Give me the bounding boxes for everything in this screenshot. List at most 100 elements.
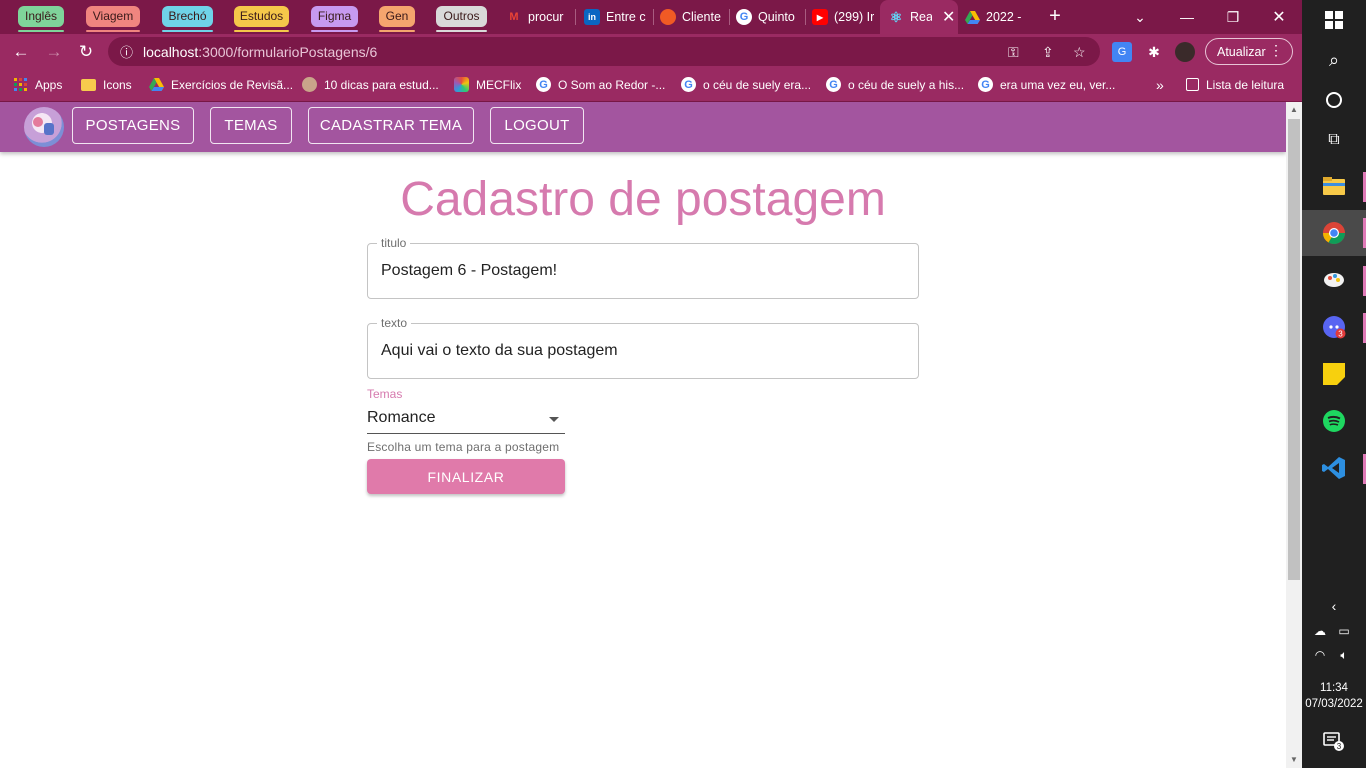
tab-group-figma[interactable]: Figma [311, 6, 358, 32]
bookmark-label: Exercícios de Revisã... [171, 77, 294, 92]
google-drive-icon [964, 9, 980, 25]
close-window-button[interactable]: ✕ [1256, 0, 1302, 34]
tab-group-ingles[interactable]: Inglês [18, 6, 64, 32]
tab-label: procur [528, 10, 564, 24]
chrome-taskbar-icon[interactable] [1320, 219, 1348, 247]
folder-icon [81, 78, 96, 91]
tab-react-active[interactable]: ⚛ Rea ✕ [880, 0, 958, 34]
temas-helper-text: Escolha um tema para a postagem [367, 440, 560, 454]
bookmark-mecflix[interactable]: MECFlix [454, 69, 521, 100]
bookmark-10-dicas[interactable]: 10 dicas para estud... [302, 69, 439, 100]
tab-gmail[interactable]: M procur [498, 0, 576, 34]
bookmark-star-icon[interactable]: ☆ [1073, 44, 1086, 61]
discord-icon[interactable]: 3 [1320, 313, 1348, 341]
tab-quinto[interactable]: G Quinto [728, 0, 806, 34]
tab-label: Quinto [758, 10, 795, 24]
scroll-thumb[interactable] [1288, 119, 1300, 580]
bookmark-o-ceu-de-suely-2[interactable]: G o céu de suely a his... [826, 69, 964, 100]
update-button[interactable]: Atualizar ⋮ [1205, 38, 1293, 65]
reload-button[interactable]: ↻ [73, 39, 99, 65]
minimize-button[interactable]: — [1164, 0, 1210, 34]
profile-avatar-icon[interactable] [1175, 42, 1195, 62]
nav-postagens-button[interactable]: POSTAGENS [72, 107, 194, 144]
sticky-notes-icon[interactable] [1320, 360, 1348, 388]
page-scrollbar[interactable]: ▲ ▼ [1286, 102, 1302, 768]
web-page: POSTAGENS TEMAS CADASTRAR TEMA LOGOUT Ca… [0, 102, 1286, 768]
taskbar-clock[interactable]: 11:34 07/03/2022 [1302, 680, 1366, 712]
google-icon: G [536, 77, 551, 92]
show-hidden-icons-chevron-icon[interactable]: ‹ [1320, 592, 1348, 620]
google-icon: G [736, 9, 752, 25]
close-tab-icon[interactable]: ✕ [942, 7, 955, 27]
cortana-icon[interactable] [1320, 86, 1348, 114]
forward-button[interactable]: → [41, 39, 67, 65]
url-host: localhost [143, 43, 199, 60]
bookmark-exercicios[interactable]: Exercícios de Revisã... [149, 69, 293, 100]
file-explorer-icon[interactable] [1320, 172, 1348, 200]
texto-value[interactable]: Aqui vai o texto da sua postagem [381, 342, 618, 360]
bookmark-label: o céu de suely era... [703, 77, 812, 92]
windows-start-icon[interactable] [1320, 6, 1348, 34]
search-icon[interactable]: ⌕ [1320, 46, 1348, 74]
bookmark-o-som-ao-redor[interactable]: G O Som ao Redor -... [536, 69, 665, 100]
titulo-value[interactable]: Postagem 6 - Postagem! [381, 262, 557, 280]
bookmark-apps[interactable]: Apps [13, 69, 62, 100]
discord-badge-count: 3 [1338, 330, 1343, 339]
reading-list-button[interactable]: Lista de leitura [1186, 69, 1284, 100]
tab-group-gen[interactable]: Gen [379, 6, 415, 32]
vscode-icon[interactable] [1320, 454, 1348, 482]
tab-drive[interactable]: 2022 - [956, 0, 1034, 34]
address-bar[interactable]: ⓘ localhost:3000/formularioPostagens/6 ⚿… [108, 37, 1100, 66]
bookmark-icons-folder[interactable]: Icons [81, 69, 132, 100]
update-label: Atualizar [1217, 44, 1266, 59]
extensions-puzzle-icon[interactable]: ✱ [1144, 42, 1164, 62]
task-view-icon[interactable]: ⧉ [1320, 126, 1348, 154]
back-button[interactable]: ← [8, 39, 34, 65]
share-icon[interactable]: ⇪ [1042, 44, 1054, 61]
tab-group-brecho[interactable]: Brechó [162, 6, 213, 32]
notification-center-icon[interactable]: 3 [1320, 727, 1348, 755]
nav-logout-button[interactable]: LOGOUT [490, 107, 584, 144]
more-bookmarks-chevron-icon[interactable]: » [1156, 69, 1164, 100]
tab-group-outros[interactable]: Outros [436, 6, 487, 32]
restore-button[interactable]: ❐ [1210, 0, 1256, 34]
tab-youtube[interactable]: ▶ (299) Ir [804, 0, 882, 34]
bookmark-label: 10 dicas para estud... [324, 77, 439, 92]
bookmark-era-uma-vez-eu[interactable]: G era uma vez eu, ver... [978, 69, 1115, 100]
finalizar-button[interactable]: FINALIZAR [367, 459, 565, 494]
temas-select[interactable]: Romance [367, 406, 565, 434]
react-icon: ⚛ [889, 8, 903, 25]
tab-label: 2022 - [986, 10, 1022, 24]
site-info-icon[interactable]: ⓘ [120, 42, 133, 61]
texto-field[interactable]: texto Aqui vai o texto da sua postagem [367, 316, 919, 379]
bookmark-label: MECFlix [476, 77, 522, 92]
google-icon: G [826, 77, 841, 92]
paint-app-icon[interactable] [1320, 266, 1348, 294]
key-icon[interactable]: ⚿ [1008, 44, 1019, 61]
new-tab-button[interactable]: + [1044, 5, 1066, 27]
wifi-icon[interactable]: ◠ [1310, 641, 1330, 669]
tab-group-estudos[interactable]: Estudos [234, 6, 289, 32]
more-menu-icon[interactable]: ⋮ [1269, 42, 1283, 59]
bookmark-o-ceu-de-suely-1[interactable]: G o céu de suely era... [681, 69, 811, 100]
texto-label: texto [377, 316, 412, 330]
avatar-icon [302, 77, 317, 92]
nav-cadastrar-tema-button[interactable]: CADASTRAR TEMA [308, 107, 474, 144]
url-path: :3000/formularioPostagens/6 [198, 43, 378, 60]
reading-list-label: Lista de leitura [1206, 77, 1285, 92]
tab-group-viagem[interactable]: Viagem [86, 6, 140, 32]
titulo-field[interactable]: titulo Postagem 6 - Postagem! [367, 236, 919, 299]
orange-app-icon [660, 9, 676, 25]
tab-linkedin[interactable]: in Entre c [576, 0, 654, 34]
tab-search-chevron-icon[interactable]: ⌄ [1117, 0, 1163, 34]
app-navbar: POSTAGENS TEMAS CADASTRAR TEMA LOGOUT [0, 102, 1286, 152]
tab-cliente[interactable]: Cliente [652, 0, 730, 34]
notification-badge-count: 3 [1337, 742, 1342, 751]
apps-grid-icon [13, 77, 28, 92]
scroll-up-arrow-icon[interactable]: ▲ [1286, 102, 1302, 118]
spotify-icon[interactable] [1320, 407, 1348, 435]
google-translate-icon[interactable]: G [1112, 42, 1132, 62]
scroll-down-arrow-icon[interactable]: ▼ [1286, 752, 1302, 768]
volume-icon[interactable]: 🔈︎ [1334, 641, 1354, 669]
nav-temas-button[interactable]: TEMAS [210, 107, 292, 144]
